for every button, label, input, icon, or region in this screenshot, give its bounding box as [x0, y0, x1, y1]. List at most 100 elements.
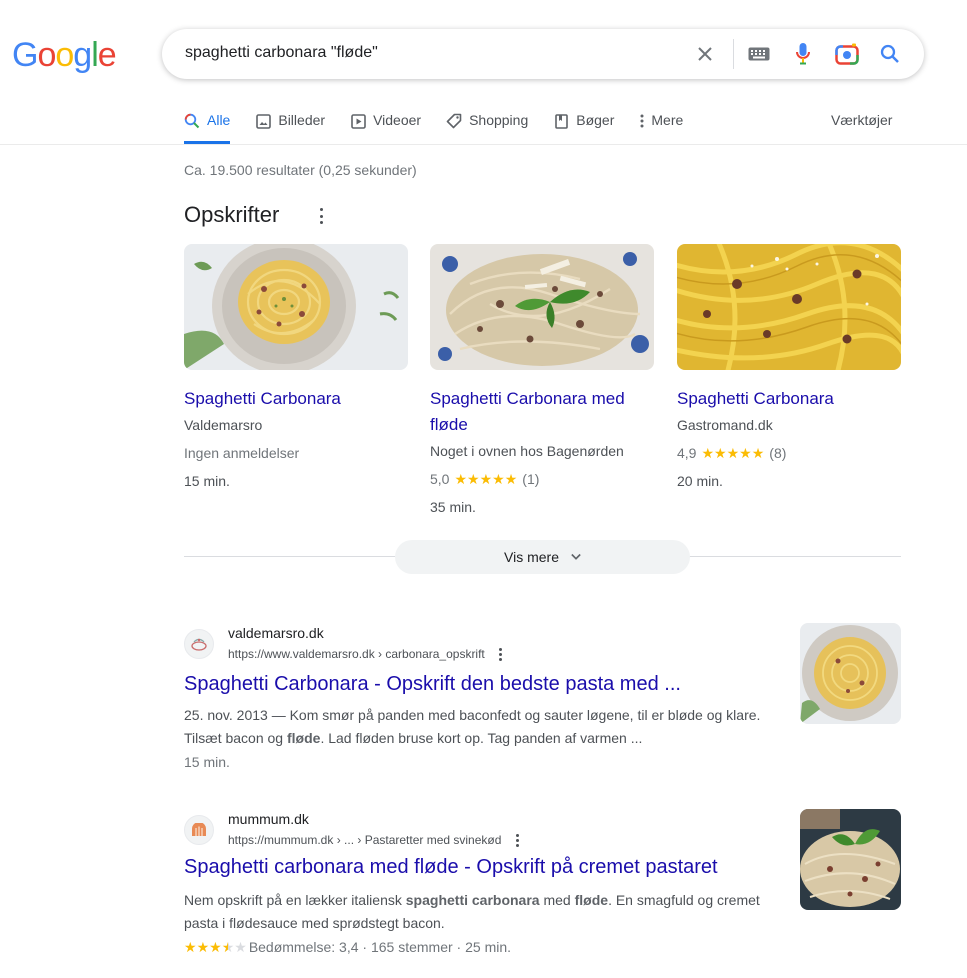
recipe-title[interactable]: Spaghetti Carbonara [184, 386, 408, 412]
star-icon: ★ [196, 939, 210, 955]
recipe-time: 15 min. [184, 473, 230, 489]
logo-letter: G [12, 36, 38, 74]
logo-letter: e [97, 36, 117, 74]
result-title[interactable]: Spaghetti carbonara med fløde - Opskrift… [184, 856, 718, 879]
star-empty-icon: ★ [234, 939, 247, 955]
site-name[interactable]: mummum.dk [228, 811, 309, 827]
rating-count: (8) [769, 445, 787, 461]
tab-images[interactable]: Billeder [255, 108, 325, 144]
tab-label: Bøger [576, 112, 615, 128]
result-thumbnail[interactable] [800, 623, 901, 724]
recipe-card[interactable]: Spaghetti Carbonara med fløde Noget i ov… [430, 244, 654, 517]
result-menu-icon[interactable] [515, 833, 519, 847]
tab-label: Videoer [373, 112, 422, 128]
snippet-text: . Lad fløden bruse kort op. Tag panden a… [320, 730, 643, 746]
tab-more[interactable]: Mere [639, 108, 683, 144]
search-result: mummum.dk https://mummum.dk › ... › Past… [184, 809, 901, 961]
result-title[interactable]: Spaghetti Carbonara - Opskrift den bedst… [184, 673, 681, 696]
result-stats: Ca. 19.500 resultater (0,25 sekunder) [184, 162, 417, 178]
recipe-card[interactable]: Spaghetti Carbonara Valdemarsro Ingen an… [184, 244, 408, 491]
result-menu-icon[interactable] [499, 647, 503, 661]
google-logo[interactable]: Google [12, 36, 117, 75]
tools-button[interactable]: Værktøjer [831, 112, 892, 128]
recipe-source: Valdemarsro [184, 417, 263, 433]
book-icon [553, 113, 569, 129]
result-time: 15 min. [184, 754, 230, 770]
snippet-bold: fløde [286, 730, 321, 746]
tab-shopping[interactable]: Shopping [446, 108, 528, 144]
tab-books[interactable]: Bøger [553, 108, 614, 144]
star-icon: ★ [479, 471, 493, 487]
recipes-heading: Opskrifter [184, 202, 280, 227]
logo-letter: g [73, 36, 92, 74]
star-icon: ★ [184, 939, 197, 955]
camera-lens-icon[interactable] [834, 41, 860, 67]
star-rating: ★ ★ ★ ★ ★ [184, 940, 247, 954]
tab-label: Mere [651, 112, 684, 128]
star-icon: ★ [492, 471, 505, 487]
recipe-title[interactable]: Spaghetti Carbonara [677, 386, 901, 412]
star-icon: ★ [504, 471, 518, 487]
recipe-rating: Ingen anmeldelser [184, 445, 300, 461]
star-icon: ★ [701, 445, 715, 461]
show-more-button[interactable]: Vis mere [395, 540, 690, 574]
recipe-image[interactable] [430, 244, 654, 370]
site-name[interactable]: valdemarsro.dk [228, 625, 324, 641]
tab-label: Alle [207, 112, 231, 128]
recipe-rating: 4,9 ★ ★ ★ ★ ★ (8) [677, 443, 901, 463]
tab-label: Billeder [278, 112, 326, 128]
tab-label: Shopping [469, 112, 529, 128]
logo-letter: o [55, 36, 74, 74]
video-icon [350, 113, 366, 129]
star-icon: ★ [751, 445, 765, 461]
star-icon: ★ [739, 445, 752, 461]
search-input[interactable]: spaghetti carbonara "fløde" [185, 44, 378, 62]
snippet-text: med [539, 892, 575, 908]
search-divider [733, 39, 734, 69]
site-url[interactable]: https://www.valdemarsro.dk › carbonara_o… [228, 647, 503, 661]
clear-icon[interactable] [692, 41, 718, 67]
recipe-image[interactable] [184, 244, 408, 370]
recipe-card[interactable]: Spaghetti Carbonara Gastromand.dk 4,9 ★ ★… [677, 244, 901, 491]
result-snippet: 25. nov. 2013 — Kom smør på panden med b… [184, 704, 784, 750]
recipe-time: 20 min. [677, 473, 723, 489]
recipe-rating: 5,0 ★ ★ ★ ★ ★ (1) [430, 469, 654, 489]
site-url[interactable]: https://mummum.dk › ... › Pastaretter me… [228, 833, 519, 847]
tab-all[interactable]: Alle [184, 108, 231, 144]
star-rating: ★ ★ ★ ★ ★ [454, 472, 517, 486]
result-thumbnail[interactable] [800, 809, 901, 910]
keyboard-icon[interactable] [746, 41, 772, 67]
rating-value: 5,0 [430, 471, 450, 487]
search-tabs: Alle Billeder Videoer Shopping Bøger Mer… [184, 108, 708, 144]
show-more-label: Vis mere [504, 549, 559, 565]
microphone-icon[interactable] [790, 41, 816, 67]
star-icon: ★ [467, 471, 480, 487]
more-vert-icon [639, 113, 645, 129]
tag-icon [446, 113, 462, 129]
recipes-menu-icon[interactable] [319, 208, 323, 224]
star-icon: ★ [209, 939, 222, 955]
snippet-date: 25. nov. 2013 — [184, 707, 290, 723]
recipe-title[interactable]: Spaghetti Carbonara med fløde [430, 386, 654, 438]
recipe-source: Noget i ovnen hos Bagenørden [430, 443, 624, 459]
search-icon[interactable] [877, 41, 903, 67]
tab-videos[interactable]: Videoer [350, 108, 421, 144]
recipe-time: 35 min. [430, 499, 476, 515]
snippet-bold: spaghetti carbonara [405, 892, 540, 908]
rating-value: 4,9 [677, 445, 697, 461]
result-snippet: Nem opskrift på en lækker italiensk spag… [184, 889, 784, 935]
star-half-icon: ★ [221, 939, 235, 955]
search-box[interactable]: spaghetti carbonara "fløde" [162, 29, 924, 79]
recipe-image[interactable] [677, 244, 901, 370]
site-favicon [184, 815, 214, 845]
snippet-bold: fløde [574, 892, 609, 908]
chevron-down-icon [571, 552, 581, 562]
search-result: valdemarsro.dk https://www.valdemarsro.d… [184, 623, 901, 775]
url-text: https://mummum.dk › ... › Pastaretter me… [228, 833, 502, 847]
site-favicon [184, 629, 214, 659]
url-text: https://www.valdemarsro.dk › carbonara_o… [228, 647, 485, 661]
header-divider [0, 144, 967, 145]
image-icon [255, 113, 271, 129]
rating-text: Bedømmelse: 3,4 · 165 stemmer · 25 min. [248, 939, 512, 955]
star-icon: ★ [726, 445, 740, 461]
